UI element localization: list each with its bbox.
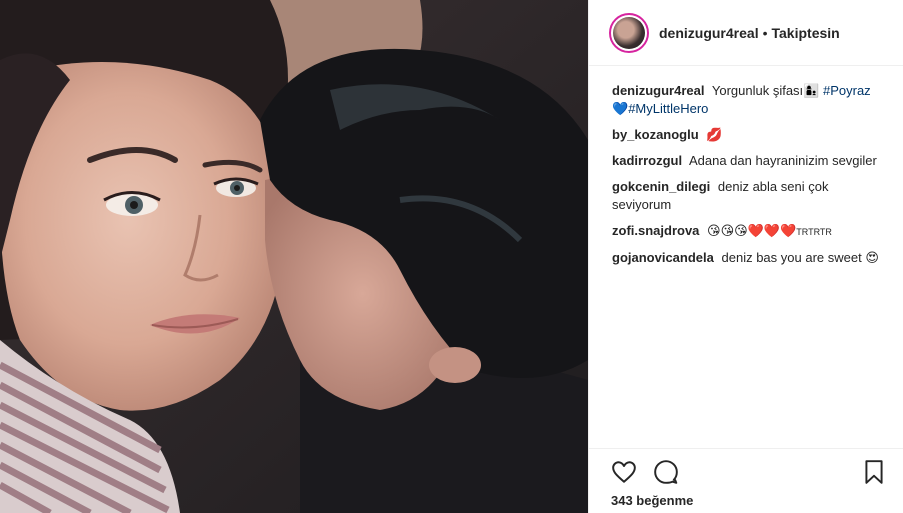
blue-heart-emoji: 💙 bbox=[612, 101, 629, 116]
comment-bubble-icon[interactable] bbox=[653, 459, 679, 485]
post-header: denizugur4real • Takiptesin bbox=[589, 0, 903, 66]
caption-text: Yorgunluk şifası bbox=[711, 83, 804, 98]
comment-username[interactable]: by_kozanoglu bbox=[612, 127, 699, 142]
list-item: by_kozanoglu 💋 bbox=[612, 126, 891, 144]
comment-text: Adana dan hayraninizim sevgiler bbox=[688, 153, 877, 168]
follow-status-button[interactable]: Takiptesin bbox=[772, 25, 840, 41]
avatar-image bbox=[613, 16, 645, 49]
avatar[interactable] bbox=[609, 12, 649, 53]
heart-outline-icon[interactable] bbox=[611, 459, 637, 485]
comment-text: deniz bas you are sweet bbox=[721, 250, 862, 265]
list-item: zofi.snajdrova 😘😘😘❤️❤️❤️TRTRTR bbox=[612, 222, 891, 241]
comment-suffix: TRTRTR bbox=[796, 227, 832, 237]
kiss-lips-emoji: 💋 bbox=[706, 127, 723, 142]
comment-list: denizugur4real Yorgunluk şifası👩‍👦 #Poyr… bbox=[589, 66, 903, 267]
comment-username[interactable]: zofi.snajdrova bbox=[612, 223, 699, 238]
likes-count[interactable]: 343 beğenme bbox=[611, 493, 887, 508]
mother-child-emoji: 👩‍👦 bbox=[803, 83, 820, 98]
caption-username[interactable]: denizugur4real bbox=[612, 83, 704, 98]
selfie-photo-illustration bbox=[0, 0, 588, 513]
list-item: gokcenin_dilegi deniz abla seni çok sevi… bbox=[612, 178, 891, 214]
kiss-hearts-emoji: 😘😘😘❤️❤️❤️ bbox=[707, 223, 797, 238]
action-bar bbox=[611, 459, 887, 485]
list-item: kadirrozgul Adana dan hayraninizim sevgi… bbox=[612, 152, 891, 170]
hashtag-link[interactable]: #MyLittleHero bbox=[628, 101, 708, 116]
instagram-post: denizugur4real • Takiptesin denizugur4re… bbox=[0, 0, 903, 513]
bookmark-icon[interactable] bbox=[861, 459, 887, 485]
post-side-panel: denizugur4real • Takiptesin denizugur4re… bbox=[588, 0, 903, 513]
header-username[interactable]: denizugur4real bbox=[659, 25, 759, 41]
post-photo[interactable] bbox=[0, 0, 588, 513]
list-item: gojanovicandela deniz bas you are sweet … bbox=[612, 249, 891, 267]
heart-eyes-emoji: 😍 bbox=[865, 250, 879, 265]
hashtag-link[interactable]: #Poyraz bbox=[823, 83, 871, 98]
post-actions: 343 beğenme bbox=[589, 448, 903, 513]
comment-username[interactable]: gokcenin_dilegi bbox=[612, 179, 710, 194]
comment-username[interactable]: gojanovicandela bbox=[612, 250, 714, 265]
caption: denizugur4real Yorgunluk şifası👩‍👦 #Poyr… bbox=[612, 82, 891, 118]
comment-username[interactable]: kadirrozgul bbox=[612, 153, 682, 168]
header-separator: • bbox=[762, 24, 768, 41]
